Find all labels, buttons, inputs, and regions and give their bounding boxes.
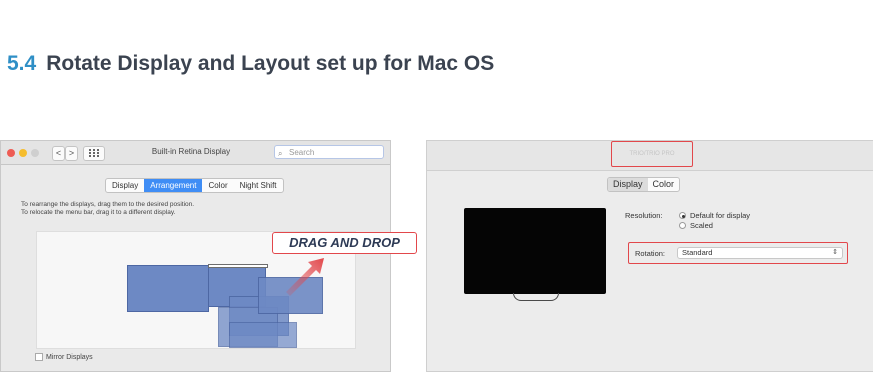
search-icon: ⌕ bbox=[278, 149, 283, 158]
rotation-select[interactable]: Standard ⇕ bbox=[677, 247, 843, 259]
display-settings-window: TRIO/TRIO PRO Display Color Resolution: … bbox=[426, 140, 873, 372]
resolution-default-radio[interactable] bbox=[679, 212, 686, 219]
tab-display[interactable]: Display bbox=[106, 179, 144, 192]
show-all-button[interactable] bbox=[83, 146, 105, 161]
rotation-value: Standard bbox=[682, 248, 713, 257]
pane-tabs: Display Arrangement Color Night Shift bbox=[105, 178, 284, 193]
search-field[interactable]: ⌕ Search bbox=[274, 145, 384, 159]
monitor-image bbox=[464, 208, 606, 294]
display-thumbnail[interactable] bbox=[127, 265, 209, 312]
arrangement-instructions: To rearrange the displays, drag them to … bbox=[21, 201, 194, 217]
section-number: 5.4 bbox=[7, 52, 37, 75]
resolution-scaled-radio[interactable] bbox=[679, 222, 686, 229]
monitor-stand bbox=[513, 293, 559, 301]
menu-bar-handle[interactable] bbox=[208, 264, 268, 268]
resolution-label: Resolution: bbox=[625, 211, 663, 220]
mirror-displays-label: Mirror Displays bbox=[46, 353, 93, 361]
tab-display[interactable]: Display bbox=[608, 178, 648, 191]
chevron-updown-icon: ⇕ bbox=[832, 249, 838, 256]
zoom-window-button[interactable] bbox=[31, 149, 39, 157]
mirror-displays-checkbox[interactable] bbox=[35, 353, 43, 361]
close-window-button[interactable] bbox=[7, 149, 15, 157]
display-thumbnail[interactable] bbox=[229, 322, 297, 348]
rotation-label: Rotation: bbox=[635, 249, 666, 258]
search-placeholder: Search bbox=[289, 148, 315, 157]
tab-color[interactable]: Color bbox=[648, 178, 680, 191]
drag-arrow-icon bbox=[286, 258, 324, 296]
mirror-displays-option[interactable]: Mirror Displays bbox=[35, 353, 93, 361]
display-name-highlight: TRIO/TRIO PRO bbox=[611, 141, 693, 167]
instruction-line: To rearrange the displays, drag them to … bbox=[21, 201, 195, 208]
section-heading: 5.4 Rotate Display and Layout set up for … bbox=[7, 52, 494, 76]
section-title: Rotate Display and Layout set up for Mac… bbox=[46, 52, 495, 75]
forward-button[interactable]: > bbox=[65, 146, 78, 161]
window-title: Built-in Retina Display bbox=[151, 147, 231, 156]
rotation-highlight: Rotation: Standard ⇕ bbox=[628, 242, 848, 264]
instruction-line: To relocate the menu bar, drag it to a d… bbox=[21, 209, 176, 216]
back-button[interactable]: < bbox=[52, 146, 65, 161]
grid-icon bbox=[89, 149, 99, 157]
tab-night-shift[interactable]: Night Shift bbox=[234, 179, 283, 192]
pane-tabs: Display Color bbox=[607, 177, 681, 192]
window-titlebar: < > Built-in Retina Display ⌕ Search bbox=[1, 141, 390, 165]
resolution-scaled-label: Scaled bbox=[690, 221, 713, 230]
arrangement-window: < > Built-in Retina Display ⌕ Search Dis… bbox=[0, 140, 391, 372]
window-titlebar: TRIO/TRIO PRO bbox=[427, 141, 873, 171]
resolution-default-label: Default for display bbox=[690, 211, 751, 220]
tab-arrangement[interactable]: Arrangement bbox=[144, 179, 203, 192]
tab-color[interactable]: Color bbox=[202, 179, 233, 192]
minimize-window-button[interactable] bbox=[19, 149, 27, 157]
